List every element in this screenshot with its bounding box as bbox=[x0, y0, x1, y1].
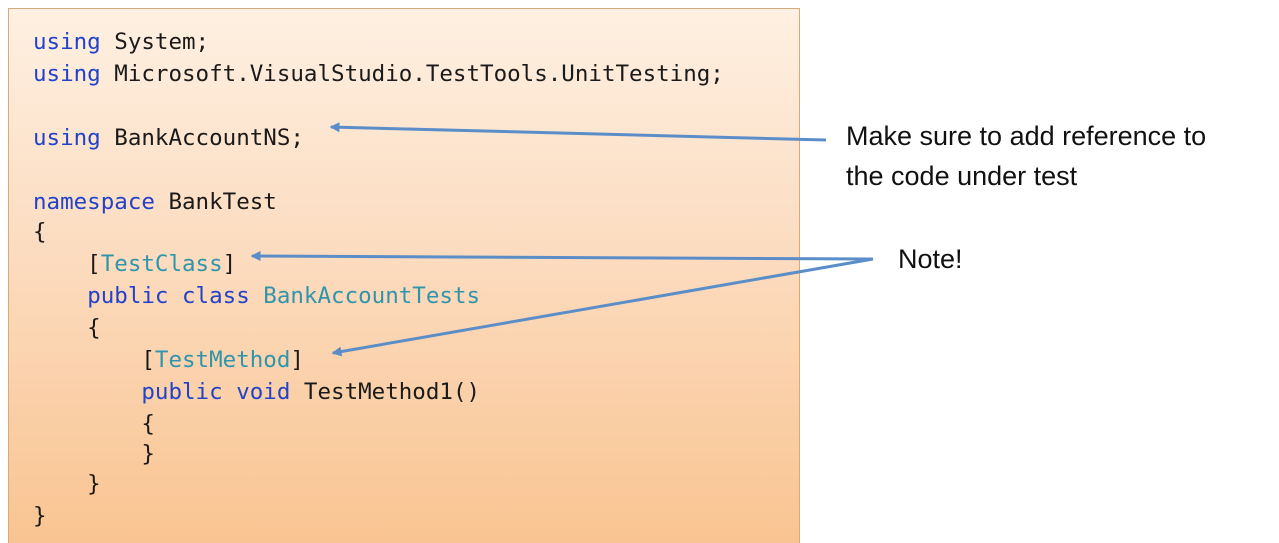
code-type-name: BankAccountTests bbox=[263, 283, 481, 309]
code-line: public void TestMethod1() bbox=[33, 377, 480, 407]
code-text: } bbox=[33, 441, 155, 467]
code-line: using BankAccountNS; bbox=[33, 123, 304, 153]
code-line: namespace BankTest bbox=[33, 187, 277, 217]
code-keyword: public bbox=[141, 379, 223, 405]
reference-note-line-2: the code under test bbox=[846, 161, 1078, 191]
code-text: ] bbox=[222, 251, 237, 277]
code-line: [TestMethod] bbox=[33, 345, 304, 375]
code-text: ] bbox=[290, 347, 304, 373]
code-text: [ bbox=[33, 347, 155, 373]
code-keyword: void bbox=[236, 379, 291, 405]
code-text: { bbox=[33, 219, 47, 245]
code-text: BankAccountNS; bbox=[100, 125, 304, 151]
attribute-note: Note! bbox=[898, 244, 963, 274]
code-listing-panel: using System; using Microsoft.VisualStudi… bbox=[8, 8, 800, 543]
code-keyword: class bbox=[182, 283, 250, 309]
code-text: TestMethod1() bbox=[290, 379, 481, 405]
slide: using System; using Microsoft.VisualStudi… bbox=[0, 0, 1279, 543]
reference-note-line-1: Make sure to add reference to bbox=[846, 121, 1207, 151]
code-type-name: TestMethod bbox=[154, 347, 291, 373]
code-line: [TestClass] bbox=[33, 249, 236, 279]
code-keyword: public bbox=[87, 283, 169, 309]
code-text: { bbox=[33, 411, 155, 437]
code-line: } bbox=[33, 501, 47, 531]
code-text: System; bbox=[100, 29, 210, 55]
code-text: [ bbox=[33, 251, 101, 277]
code-type-name: TestClass bbox=[100, 251, 223, 277]
code-text: BankTest bbox=[154, 189, 277, 215]
code-line: { bbox=[33, 313, 101, 343]
code-text: } bbox=[33, 471, 101, 497]
code-line: { bbox=[33, 217, 47, 247]
code-keyword: using bbox=[33, 125, 101, 151]
code-line: using Microsoft.VisualStudio.TestTools.U… bbox=[33, 59, 724, 89]
code-line: } bbox=[33, 469, 101, 499]
code-text: { bbox=[33, 315, 101, 341]
code-text: } bbox=[33, 503, 47, 529]
code-keyword: namespace bbox=[33, 189, 155, 215]
code-line: } bbox=[33, 439, 155, 469]
code-text: Microsoft.VisualStudio.TestTools.UnitTes… bbox=[100, 61, 724, 87]
code-keyword: using bbox=[33, 61, 101, 87]
code-line: { bbox=[33, 409, 155, 439]
code-line: public class BankAccountTests bbox=[33, 281, 480, 311]
code-line: using System; bbox=[33, 27, 209, 57]
code-keyword: using bbox=[33, 29, 101, 55]
